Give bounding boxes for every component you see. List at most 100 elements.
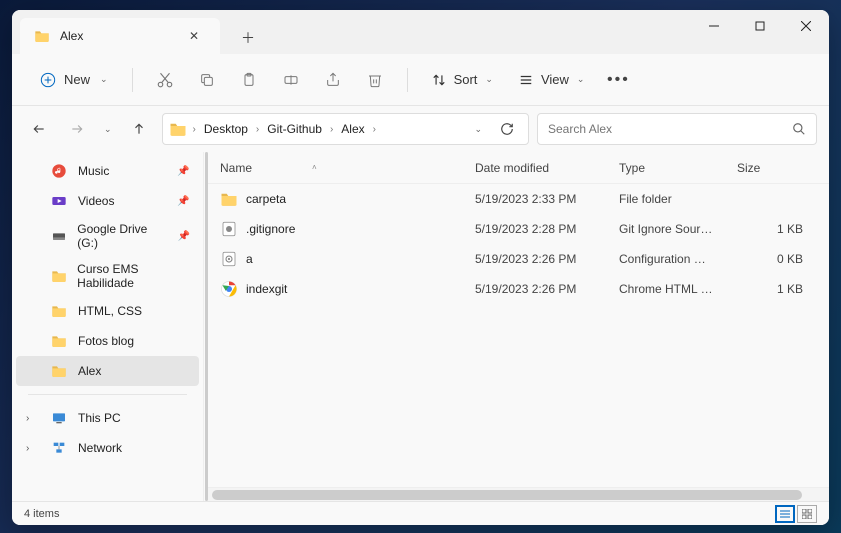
breadcrumb-git-github[interactable]: Git-Github (265, 118, 324, 140)
sidebar-item-curso[interactable]: Curso EMS Habilidade (12, 256, 203, 296)
sidebar-item-label: This PC (78, 411, 121, 425)
cut-button[interactable] (147, 62, 183, 98)
file-row[interactable]: indexgit 5/19/2023 2:26 PM Chrome HTML D… (208, 274, 829, 304)
chevron-right-icon[interactable]: › (254, 124, 261, 135)
breadcrumb-alex[interactable]: Alex (339, 118, 366, 140)
file-date: 5/19/2023 2:28 PM (463, 222, 607, 236)
thumbnails-view-button[interactable] (797, 505, 817, 523)
column-type[interactable]: Type (607, 161, 725, 175)
new-tab-button[interactable]: ＋ (232, 22, 264, 54)
file-type: File folder (607, 192, 725, 206)
tab-title: Alex (60, 29, 172, 43)
column-size[interactable]: Size (725, 161, 829, 175)
file-size: 0 KB (725, 252, 829, 266)
sidebar-item-alex[interactable]: Alex (16, 356, 199, 386)
chevron-right-icon[interactable]: › (328, 124, 335, 135)
sidebar-item-label: HTML, CSS (78, 304, 142, 318)
chevron-down-icon: ⌄ (100, 74, 108, 85)
arrow-left-icon (32, 122, 46, 136)
paste-icon (241, 72, 257, 88)
file-list: carpeta 5/19/2023 2:33 PM File folder .g… (208, 184, 829, 487)
share-button[interactable] (315, 62, 351, 98)
share-icon (325, 72, 341, 88)
sidebar-item-label: Alex (78, 364, 101, 378)
copy-button[interactable] (189, 62, 225, 98)
history-dropdown[interactable]: ⌄ (100, 120, 116, 139)
tab-close-button[interactable]: ✕ (182, 24, 206, 48)
file-name: a (246, 252, 253, 266)
sort-label: Sort (454, 72, 478, 87)
address-dropdown[interactable]: ⌄ (468, 118, 488, 141)
chevron-right-icon[interactable]: › (191, 124, 198, 135)
maximize-button[interactable] (737, 10, 783, 42)
view-button[interactable]: View ⌄ (509, 66, 595, 93)
folder-icon (34, 28, 50, 44)
refresh-icon (500, 122, 514, 136)
sidebar-item-videos[interactable]: Videos 📌 (12, 186, 203, 216)
forward-button[interactable] (62, 114, 92, 144)
chevron-right-icon[interactable]: › (371, 124, 378, 135)
copy-icon (199, 72, 215, 88)
file-date: 5/19/2023 2:26 PM (463, 282, 607, 296)
back-button[interactable] (24, 114, 54, 144)
titlebar: Alex ✕ ＋ (12, 10, 829, 54)
cut-icon (156, 71, 174, 89)
tab-alex[interactable]: Alex ✕ (20, 18, 220, 54)
pin-icon: 📌 (177, 196, 193, 207)
up-button[interactable] (124, 114, 154, 144)
file-size: 1 KB (725, 282, 829, 296)
chevron-down-icon: ⌄ (485, 74, 493, 85)
breadcrumb-desktop[interactable]: Desktop (202, 118, 250, 140)
list-icon (780, 509, 790, 519)
file-row[interactable]: carpeta 5/19/2023 2:33 PM File folder (208, 184, 829, 214)
chevron-right-icon[interactable]: › (26, 413, 29, 424)
pin-icon: 📌 (178, 231, 193, 242)
folder-icon (50, 267, 67, 285)
chevron-right-icon[interactable]: › (26, 443, 29, 454)
close-button[interactable] (783, 10, 829, 42)
pc-icon (50, 409, 68, 427)
address-bar[interactable]: › Desktop › Git-Github › Alex › ⌄ (162, 113, 529, 145)
search-input[interactable] (548, 122, 792, 136)
folder-icon (220, 190, 238, 208)
folder-icon (50, 362, 68, 380)
gitignore-icon (220, 220, 238, 238)
grid-icon (802, 509, 812, 519)
sort-button[interactable]: Sort ⌄ (422, 66, 503, 93)
file-row[interactable]: a 5/19/2023 2:26 PM Configuration Sou...… (208, 244, 829, 274)
pin-icon: 📌 (177, 166, 193, 177)
details-view-button[interactable] (775, 505, 795, 523)
sidebar-item-network[interactable]: › Network (12, 433, 203, 463)
folder-icon (50, 332, 68, 350)
more-button[interactable]: ••• (600, 62, 636, 98)
folder-icon (169, 120, 187, 138)
file-date: 5/19/2023 2:26 PM (463, 252, 607, 266)
rename-button[interactable] (273, 62, 309, 98)
sidebar-splitter[interactable] (204, 152, 208, 501)
column-date[interactable]: Date modified (463, 161, 607, 175)
search-box[interactable] (537, 113, 817, 145)
sidebar-item-label: Videos (78, 194, 114, 208)
paste-button[interactable] (231, 62, 267, 98)
horizontal-scrollbar[interactable] (208, 487, 829, 501)
new-button[interactable]: New ⌄ (30, 66, 118, 94)
file-name: carpeta (246, 192, 286, 206)
videos-icon (50, 192, 68, 210)
search-icon (792, 122, 806, 136)
toolbar: New ⌄ Sort ⌄ View ⌄ ••• (12, 54, 829, 106)
sidebar-item-fotos-blog[interactable]: Fotos blog (12, 326, 203, 356)
minimize-button[interactable] (691, 10, 737, 42)
chevron-down-icon: ⌄ (577, 74, 585, 85)
sort-indicator-icon: ˄ (312, 163, 317, 172)
sidebar-item-google-drive[interactable]: Google Drive (G:) 📌 (12, 216, 203, 256)
file-type: Configuration Sou... (607, 252, 725, 266)
statusbar: 4 items (12, 501, 829, 525)
sidebar-item-this-pc[interactable]: › This PC (12, 403, 203, 433)
sidebar-item-html-css[interactable]: HTML, CSS (12, 296, 203, 326)
column-name[interactable]: Name ˄ (208, 161, 463, 175)
delete-button[interactable] (357, 62, 393, 98)
refresh-button[interactable] (492, 113, 522, 145)
file-row[interactable]: .gitignore 5/19/2023 2:28 PM Git Ignore … (208, 214, 829, 244)
plus-circle-icon (40, 72, 56, 88)
sidebar-item-music[interactable]: Music 📌 (12, 156, 203, 186)
